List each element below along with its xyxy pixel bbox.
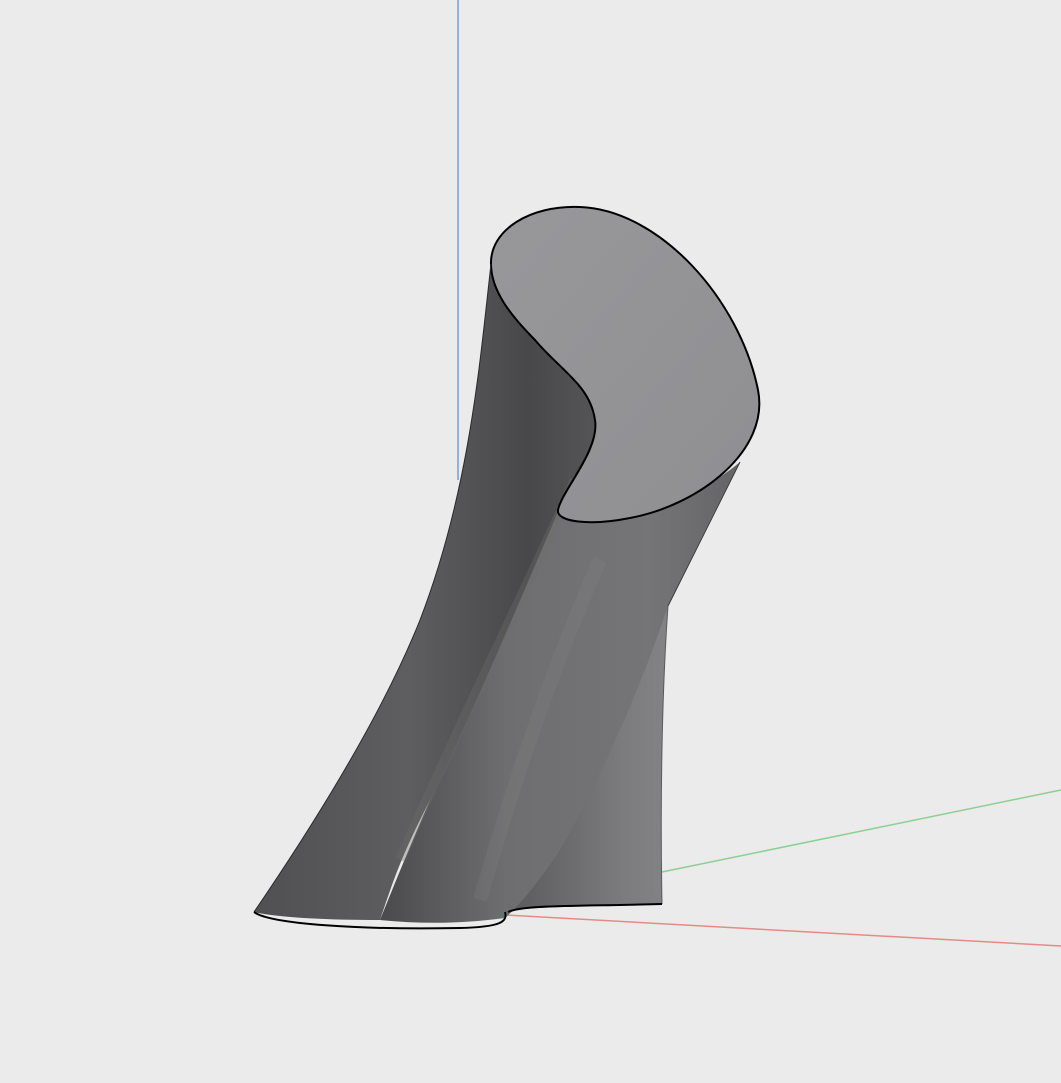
x-axis-line	[504, 914, 1061, 947]
3d-viewport[interactable]	[0, 0, 1061, 1083]
3d-model[interactable]	[253, 205, 761, 930]
viewport-canvas[interactable]	[0, 0, 1061, 1083]
y-axis-line	[661, 789, 1061, 873]
